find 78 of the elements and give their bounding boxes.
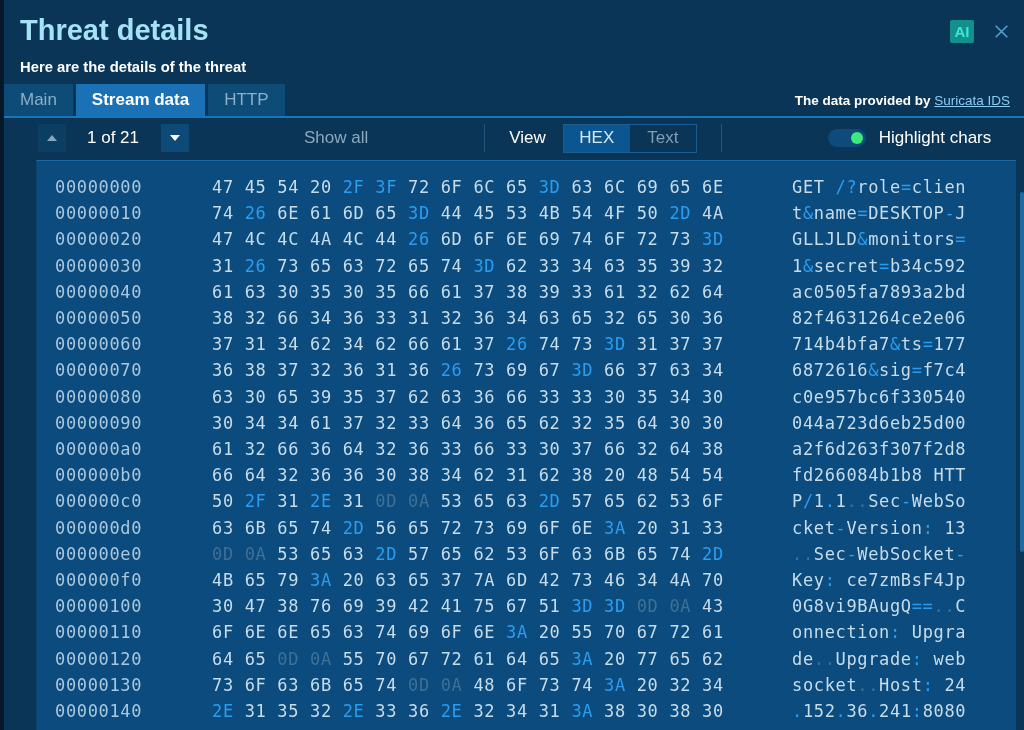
tab[interactable]: Main xyxy=(4,84,73,116)
byte-offset: 00000040 xyxy=(55,280,144,304)
hex-bytes: 31 26 73 65 63 72 65 74 3D 62 33 34 63 35 39 32 xyxy=(212,254,725,278)
ascii-text: 714b4bfa7&ts=177 xyxy=(792,333,968,357)
toggle-label: Highlight chars xyxy=(878,128,992,148)
byte-offset: 00000070 xyxy=(55,359,144,383)
byte-offset: 00000060 xyxy=(55,333,144,357)
ascii-text: 0G8vi9BAugQ==..C xyxy=(792,595,968,619)
ascii-text: socket..Host: 24 xyxy=(792,673,968,697)
byte-offset: 00000110 xyxy=(55,621,144,645)
ascii-text: c0e957bc6f330540 xyxy=(792,385,968,409)
ascii-text: .152.36.241:8080 xyxy=(792,700,968,724)
tab[interactable]: HTTP xyxy=(208,84,285,116)
ascii-text: 82f4631264ce2e06 xyxy=(792,307,968,330)
hex-bytes: 37 31 34 62 34 62 66 61 37 26 74 73 3D 31 37 37 xyxy=(212,333,725,357)
view-option[interactable]: Text xyxy=(629,124,696,152)
ascii-text: t&name=DESKTOP-J xyxy=(792,202,968,226)
hex-bytes: 74 26 6E 61 6D 65 3D 44 45 53 4B 54 4F 50 2D 4A xyxy=(212,202,725,226)
ascii-text: P/1.1..Sec-WebSo xyxy=(792,490,968,514)
byte-offset: 00000120 xyxy=(55,647,144,671)
match-counter: 1 of 21 xyxy=(87,128,139,148)
ascii-text: 1&secret=b34c592 xyxy=(792,254,968,278)
byte-offset: 000000e0 xyxy=(55,542,144,566)
hex-bytes: 36 38 37 32 36 31 36 26 73 69 67 3D 66 37 63 34 xyxy=(212,359,725,383)
byte-offset: 000000a0 xyxy=(55,438,144,462)
byte-offset: 00000130 xyxy=(55,673,144,697)
byte-offset: 000000d0 xyxy=(55,516,144,540)
hex-bytes: 38 32 66 34 36 33 31 32 36 34 63 65 32 65 30 36 xyxy=(212,307,725,330)
ascii-text: 6872616&sig=f7c4 xyxy=(792,359,968,383)
byte-offset: 00000050 xyxy=(55,307,144,330)
byte-offset: 000000f0 xyxy=(55,569,144,593)
byte-offset: 00000100 xyxy=(55,595,144,619)
show-all-button[interactable]: Show all xyxy=(304,128,369,148)
ascii-text: fd266084b1b8 HTT xyxy=(792,464,968,488)
hex-bytes: 66 64 32 36 36 30 38 34 62 31 62 38 20 48 54 54 xyxy=(212,464,725,488)
dialog-title: Threat details xyxy=(20,13,210,47)
hex-bytes: 63 30 65 39 35 37 62 63 36 66 33 33 30 35 34 30 xyxy=(212,385,725,409)
byte-offset: 00000140 xyxy=(55,700,144,724)
provider-note: The data provided by Suricata IDS xyxy=(794,92,1010,108)
close-icon xyxy=(995,25,1008,38)
caret-up-icon xyxy=(47,135,57,141)
hex-bytes: 2E 31 35 32 2E 33 36 2E 32 34 31 3A 38 30 38 30 xyxy=(212,700,725,724)
hex-bytes: 47 45 54 20 2F 3F 72 6F 6C 65 3D 63 6C 69 65 6E xyxy=(212,176,725,199)
view-label: View xyxy=(509,128,546,148)
byte-offset: 000000b0 xyxy=(55,464,144,488)
hex-bytes: 61 32 66 36 64 32 36 33 66 33 30 37 66 32 64 38 xyxy=(212,438,725,462)
caret-down-icon xyxy=(170,135,180,141)
ascii-text: GLLJLD&monitors= xyxy=(792,228,968,252)
byte-offset: 00000000 xyxy=(55,176,144,199)
ascii-text: Key: ce7zmBsF4Jp xyxy=(792,569,968,593)
toggle-switch[interactable] xyxy=(827,129,866,147)
close-button[interactable] xyxy=(995,25,1008,38)
scrollbar-thumb[interactable] xyxy=(1020,192,1024,552)
byte-offset: 00000020 xyxy=(55,228,144,252)
hex-bytes: 30 34 34 61 37 32 33 64 36 65 62 32 35 64 30 30 xyxy=(212,411,725,435)
byte-offset: 00000010 xyxy=(55,202,144,226)
hex-bytes: 4B 65 79 3A 20 63 65 37 7A 6D 42 73 46 34 4A 70 xyxy=(212,569,725,593)
ascii-text: GET /?role=clien xyxy=(792,176,968,199)
byte-offset: 00000090 xyxy=(55,411,144,435)
ascii-text: a2f6d263f307f2d8 xyxy=(792,438,968,462)
byte-offset: 000000c0 xyxy=(55,490,144,514)
ascii-text: onnection: Upgra xyxy=(792,621,968,645)
next-button[interactable] xyxy=(161,124,189,152)
ascii-text: cket-Version: 13 xyxy=(792,516,968,540)
hex-bytes: 63 6B 65 74 2D 56 65 72 73 69 6F 6E 3A 20 31 33 xyxy=(212,516,725,540)
hex-bytes: 6F 6E 6E 65 63 74 69 6F 6E 3A 20 55 70 67 72 61 xyxy=(212,621,725,645)
hex-bytes: 47 4C 4C 4A 4C 44 26 6D 6F 6E 69 74 6F 72 73 3D xyxy=(212,228,725,252)
byte-offset: 00000080 xyxy=(55,385,144,409)
byte-offset: 00000030 xyxy=(55,254,144,278)
dialog-subtitle: Here are the details of the threat xyxy=(20,58,247,76)
ascii-text: ac0505fa7893a2bd xyxy=(792,280,968,304)
view-option[interactable]: HEX xyxy=(563,124,630,152)
tab[interactable]: Stream data xyxy=(75,84,206,116)
ascii-text: ..Sec-WebSocket- xyxy=(792,542,968,566)
provider-link[interactable]: Suricata IDS xyxy=(934,92,1010,108)
ascii-text: de..Upgrade: web xyxy=(792,647,968,671)
ascii-text: 044a723d6eb25d00 xyxy=(792,411,968,435)
hex-bytes: 61 63 30 35 30 35 66 61 37 38 39 33 61 32 62 64 xyxy=(212,280,725,304)
